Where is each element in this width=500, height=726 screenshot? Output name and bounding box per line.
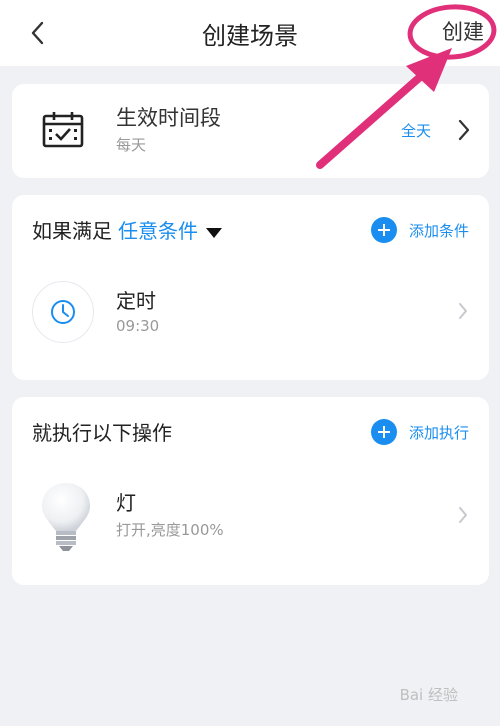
schedule-title: 生效时间段 (116, 106, 221, 130)
chevron-right-icon[interactable] (457, 505, 469, 525)
add-action-button[interactable]: 添加执行 (370, 419, 469, 445)
annotation-arrow-icon (316, 48, 452, 169)
condition-mode-selector[interactable]: 任意条件 (118, 219, 198, 243)
clock-icon (51, 300, 75, 324)
dropdown-caret-icon[interactable] (206, 227, 222, 238)
action-item-subtitle: 打开,亮度100% (116, 521, 224, 539)
plus-circle-icon (370, 419, 397, 445)
condition-item-title[interactable]: 定时 (116, 285, 156, 314)
actions-card: 就执行以下操作 添加执行 灯 打开,亮度100% (12, 397, 489, 585)
condition-item-subtitle: 09:30 (116, 317, 160, 335)
timer-icon-badge (32, 281, 94, 343)
conditions-prefix: 如果满足 (32, 219, 112, 243)
schedule-subtitle: 每天 (116, 136, 147, 154)
actions-title: 就执行以下操作 (32, 421, 172, 445)
watermark-text: Bai 经验 (399, 686, 458, 704)
action-item-title[interactable]: 灯 (116, 487, 136, 516)
plus-circle-icon (370, 217, 397, 243)
light-bulb-icon (42, 483, 90, 551)
add-action-label: 添加执行 (408, 423, 469, 442)
conditions-card: 如果满足 任意条件 添加条件 定时 09:30 (12, 195, 489, 380)
add-condition-button[interactable]: 添加条件 (370, 217, 469, 243)
add-condition-label: 添加条件 (408, 221, 469, 240)
calendar-check-icon (42, 112, 84, 148)
chevron-right-icon[interactable] (457, 301, 469, 321)
conditions-header: 如果满足 任意条件 (32, 215, 222, 244)
